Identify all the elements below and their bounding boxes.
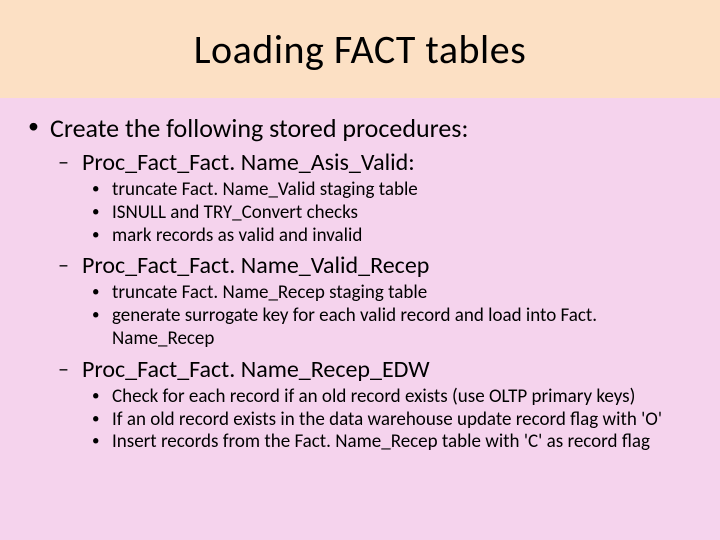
list-item: Proc_Fact_Fact. Name_Valid_Recep truncat…: [50, 251, 698, 350]
sub-item-text: Insert records from the Fact. Name_Recep…: [112, 430, 650, 453]
main-bullet-text: Create the following stored procedures:: [50, 112, 468, 144]
list-item: Check for each record if an old record e…: [82, 386, 698, 409]
slide-content: Create the following stored procedures: …: [0, 98, 720, 468]
proc-name: Proc_Fact_Fact. Name_Recep_EDW: [82, 355, 430, 384]
sub-item-text: truncate Fact. Name_Recep staging table: [112, 281, 427, 304]
proc-name: Proc_Fact_Fact. Name_Asis_Valid:: [82, 148, 415, 177]
list-item: Create the following stored procedures: …: [22, 112, 698, 454]
list-item: Proc_Fact_Fact. Name_Asis_Valid: truncat…: [50, 148, 698, 247]
sub-item-text: Check for each record if an old record e…: [112, 385, 635, 408]
sub-item-text: mark records as valid and invalid: [112, 224, 362, 247]
title-band: Loading FACT tables: [0, 0, 720, 98]
list-item: Insert records from the Fact. Name_Recep…: [82, 431, 698, 454]
level1-list: Create the following stored procedures: …: [22, 112, 698, 454]
list-item: mark records as valid and invalid: [82, 225, 698, 248]
list-item: truncate Fact. Name_Valid staging table: [82, 179, 698, 202]
sub-item-text: ISNULL and TRY_Convert checks: [112, 201, 358, 224]
list-item: Proc_Fact_Fact. Name_Recep_EDW Check for…: [50, 355, 698, 454]
list-item: If an old record exists in the data ware…: [82, 409, 698, 432]
slide-title: Loading FACT tables: [194, 25, 527, 74]
level3-list: truncate Fact. Name_Valid staging table …: [82, 179, 698, 247]
sub-item-text: generate surrogate key for each valid re…: [112, 304, 597, 350]
level3-list: Check for each record if an old record e…: [82, 386, 698, 454]
list-item: ISNULL and TRY_Convert checks: [82, 202, 698, 225]
sub-item-text: truncate Fact. Name_Valid staging table: [112, 178, 418, 201]
list-item: generate surrogate key for each valid re…: [82, 305, 698, 351]
level3-list: truncate Fact. Name_Recep staging table …: [82, 282, 698, 350]
level2-list: Proc_Fact_Fact. Name_Asis_Valid: truncat…: [50, 148, 698, 454]
sub-item-text: If an old record exists in the data ware…: [112, 408, 662, 431]
list-item: truncate Fact. Name_Recep staging table: [82, 282, 698, 305]
proc-name: Proc_Fact_Fact. Name_Valid_Recep: [82, 251, 429, 280]
